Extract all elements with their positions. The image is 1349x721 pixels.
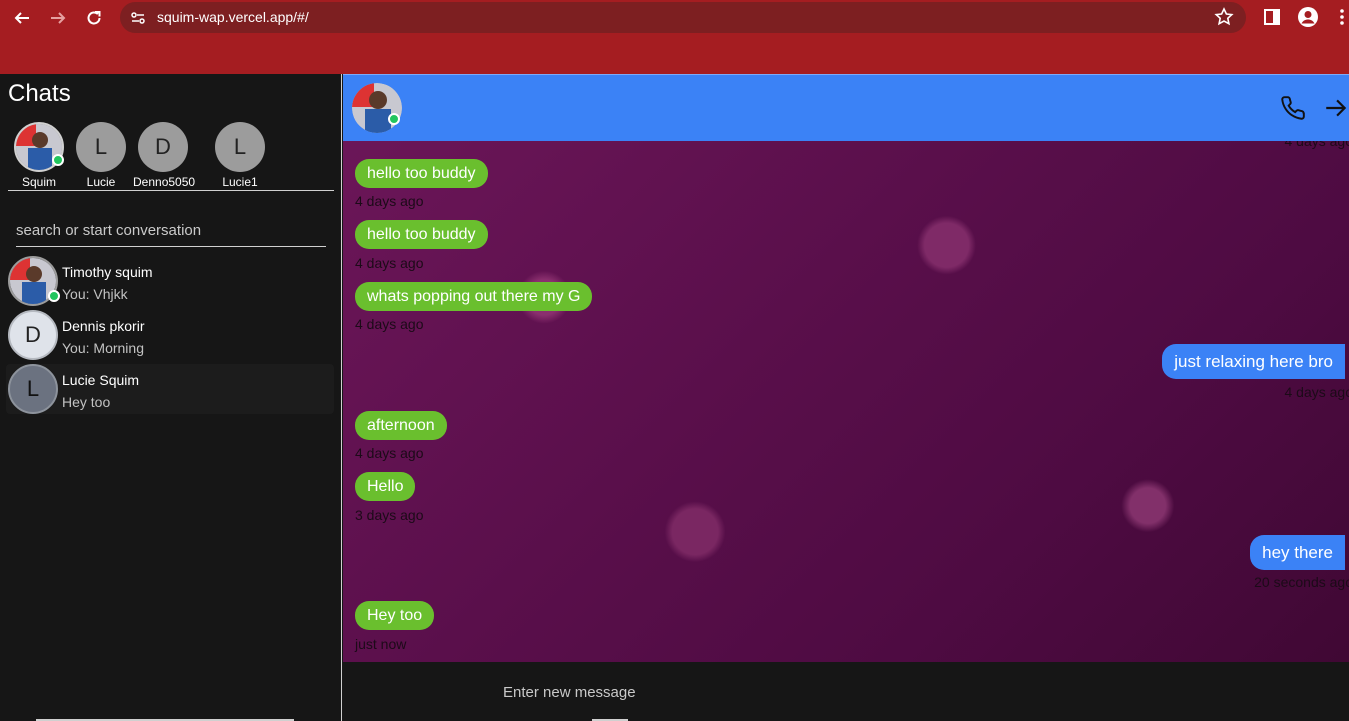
story-name: Squim	[21, 175, 56, 189]
bookmark-star-icon[interactable]	[1214, 7, 1234, 27]
avatar	[8, 256, 60, 306]
online-users-strip: Squim L Lucie D Denno5050 L Lucie1	[8, 122, 334, 191]
contact-avatar[interactable]	[352, 83, 402, 133]
story-name: Denno5050	[133, 175, 196, 189]
chat-item-dennis-pkorir[interactable]: D Dennis pkorir You: Morning	[6, 310, 334, 360]
message-timestamp: 4 days ago	[355, 193, 424, 209]
chat-name: Timothy squim	[62, 264, 153, 280]
avatar: L	[215, 122, 265, 172]
chat-item-timothy-squim[interactable]: Timothy squim You: Vhjkk	[6, 256, 334, 306]
conversation-header	[343, 74, 1349, 141]
message-bubble-incoming: Hey too	[355, 601, 435, 630]
message-timestamp: 4 days ago	[1284, 141, 1349, 149]
avatar: D	[8, 310, 58, 360]
url-text: squim-wap.vercel.app/#/	[157, 9, 309, 25]
forward-icon[interactable]	[44, 4, 72, 32]
avatar: L	[8, 364, 58, 414]
message-composer	[343, 662, 1349, 721]
story-user-lucie1[interactable]: L Lucie1	[210, 122, 270, 189]
online-status-dot	[52, 154, 64, 166]
message-list: 4 days ago hello too buddy 4 days ago he…	[343, 141, 1349, 662]
menu-kebab-icon[interactable]	[1330, 5, 1349, 29]
story-name: Lucie	[86, 175, 116, 189]
chat-last-message: You: Vhjkk	[62, 286, 128, 302]
chat-name: Dennis pkorir	[62, 318, 145, 334]
message-bubble-incoming: hello too buddy	[355, 159, 488, 188]
avatar: D	[138, 122, 188, 172]
avatar: L	[76, 122, 126, 172]
site-settings-icon[interactable]	[129, 9, 147, 27]
address-bar[interactable]: squim-wap.vercel.app/#/	[120, 2, 1246, 33]
back-icon[interactable]	[8, 4, 36, 32]
message-timestamp: 20 seconds ago	[1254, 574, 1349, 590]
browser-toolbar: squim-wap.vercel.app/#/	[0, 0, 1349, 74]
online-status-dot	[48, 290, 60, 302]
online-status-dot	[388, 113, 400, 125]
message-bubble-incoming: whats popping out there my G	[355, 282, 593, 311]
search-input[interactable]	[16, 216, 326, 244]
chat-last-message: Hey too	[62, 394, 111, 410]
story-name: Lucie1	[222, 175, 258, 189]
chat-name: Lucie Squim	[62, 372, 140, 388]
avatar	[14, 122, 64, 172]
search-bar	[16, 216, 326, 247]
arrow-right-icon[interactable]	[1323, 95, 1349, 121]
message-input[interactable]	[503, 680, 1103, 704]
phone-icon[interactable]	[1280, 95, 1306, 121]
message-timestamp: just now	[355, 636, 407, 652]
message-timestamp: 4 days ago	[355, 255, 424, 271]
sidebar-title: Chats	[8, 80, 71, 107]
profile-icon[interactable]	[1296, 5, 1320, 29]
story-user-denno5050[interactable]: D Denno5050	[133, 122, 196, 189]
message-bubble-outgoing: just relaxing here bro	[1162, 344, 1345, 379]
message-timestamp: 4 days ago	[355, 316, 424, 332]
message-timestamp: 3 days ago	[355, 507, 424, 523]
conversation-panel: 4 days ago hello too buddy 4 days ago he…	[343, 74, 1349, 721]
message-bubble-incoming: afternoon	[355, 411, 447, 440]
reload-icon[interactable]	[80, 4, 108, 32]
story-user-lucie[interactable]: L Lucie	[71, 122, 131, 189]
message-bubble-incoming: Hello	[355, 472, 416, 501]
message-bubble-outgoing: hey there	[1250, 535, 1345, 570]
chat-last-message: You: Morning	[62, 340, 144, 356]
message-timestamp: 4 days ago	[1284, 384, 1349, 400]
message-bubble-incoming: hello too buddy	[355, 220, 488, 249]
side-panel-icon[interactable]	[1260, 5, 1284, 29]
message-timestamp: 4 days ago	[355, 445, 424, 461]
chat-item-lucie-squim[interactable]: L Lucie Squim Hey too	[6, 364, 334, 414]
story-user-squim[interactable]: Squim	[9, 122, 69, 189]
chats-sidebar: Chats Squim L Lucie D Denno5050 L Lucie1…	[0, 74, 342, 721]
